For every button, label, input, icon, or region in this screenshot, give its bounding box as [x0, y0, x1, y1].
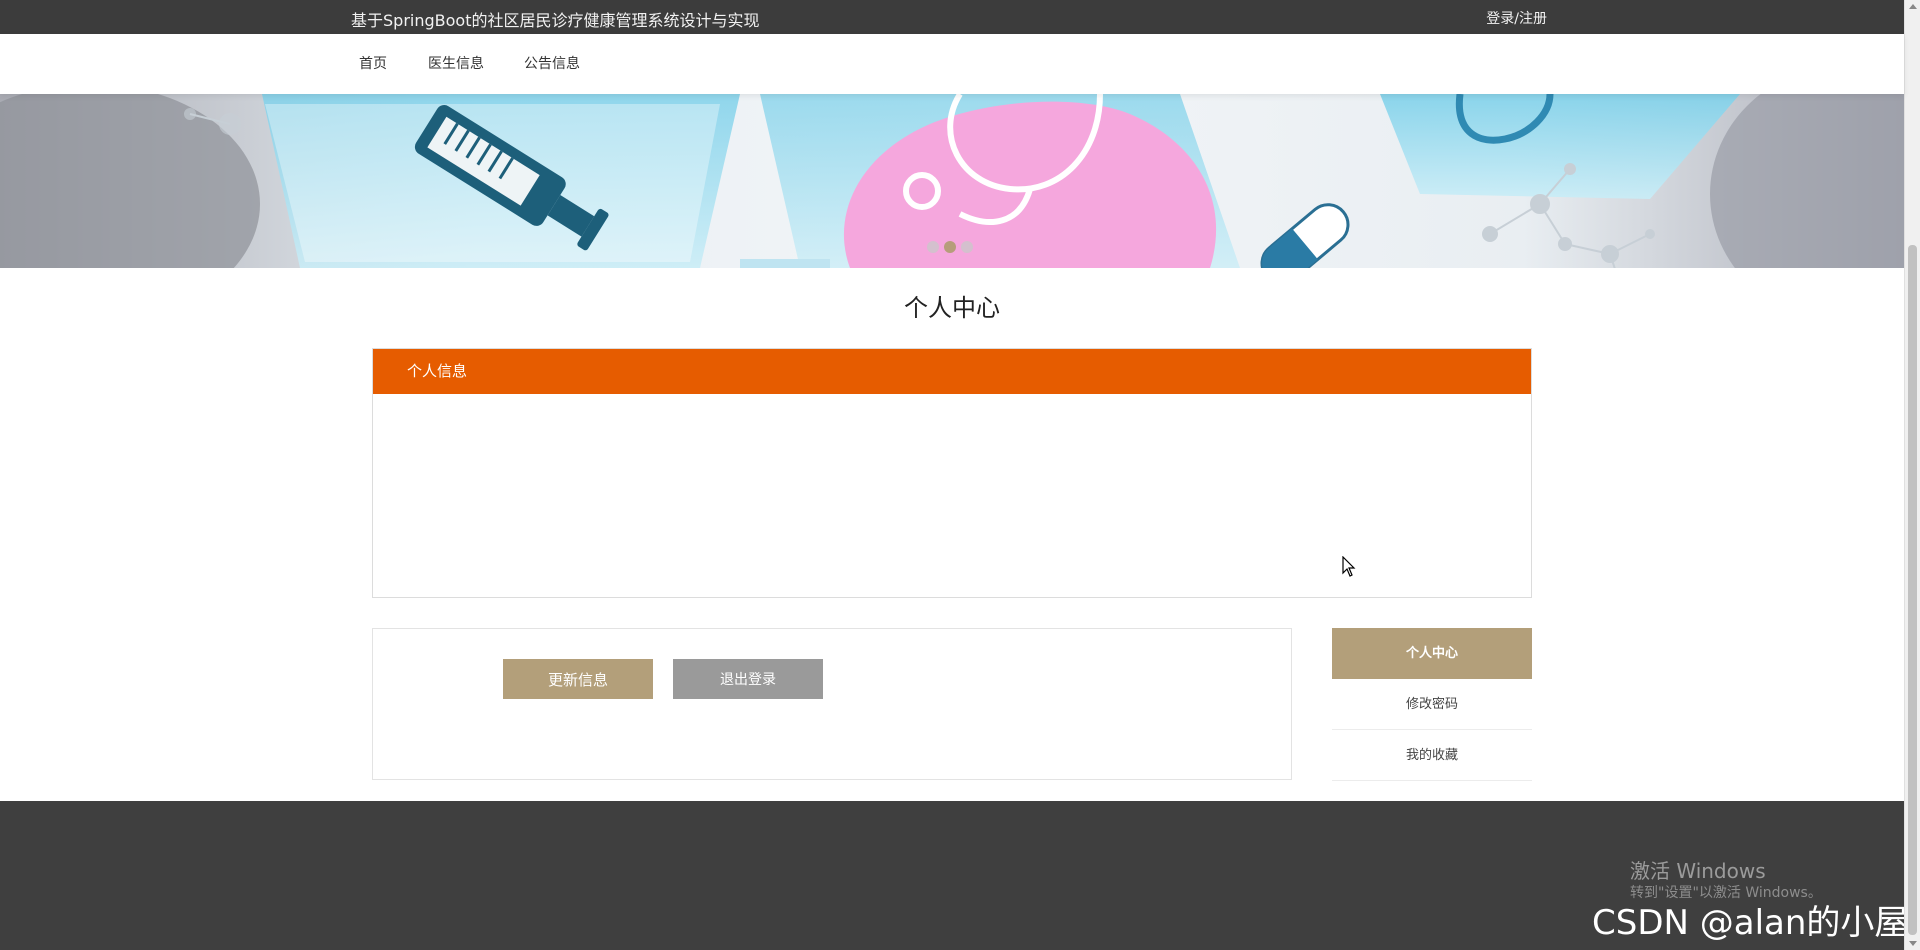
- nav-item-home[interactable]: 首页: [359, 53, 387, 73]
- logout-button[interactable]: 退出登录: [673, 659, 823, 699]
- carousel-dots: [927, 241, 973, 255]
- personal-info-panel: 个人信息: [372, 348, 1532, 598]
- scroll-down-icon[interactable]: [1909, 941, 1917, 946]
- main-nav: 首页 医生信息 公告信息: [0, 34, 1904, 94]
- site-title: 基于SpringBoot的社区居民诊疗健康管理系统设计与实现: [351, 11, 760, 30]
- windows-activation-title: 激活 Windows: [1630, 859, 1766, 883]
- nav-item-doctors[interactable]: 医生信息: [428, 53, 484, 73]
- side-item-personal-center[interactable]: 个人中心: [1332, 628, 1532, 679]
- personal-info-header: 个人信息: [373, 349, 1531, 394]
- update-info-button[interactable]: 更新信息: [503, 659, 653, 699]
- csdn-watermark: CSDN @alan的小屋: [1592, 903, 1909, 943]
- nav-item-announcements[interactable]: 公告信息: [524, 53, 580, 73]
- side-item-my-favorites[interactable]: 我的收藏: [1332, 730, 1532, 781]
- action-panel: 更新信息 退出登录: [372, 628, 1292, 780]
- mouse-cursor-icon: [1342, 556, 1356, 577]
- side-item-change-password[interactable]: 修改密码: [1332, 679, 1532, 730]
- scroll-up-icon[interactable]: [1909, 4, 1917, 9]
- top-bar: 基于SpringBoot的社区居民诊疗健康管理系统设计与实现 登录/注册: [0, 0, 1904, 34]
- scroll-thumb[interactable]: [1908, 245, 1917, 935]
- side-menu: 个人中心 修改密码 我的收藏: [1332, 628, 1532, 781]
- carousel-dot-3[interactable]: [961, 241, 973, 253]
- carousel-dot-2[interactable]: [944, 241, 956, 253]
- login-register-link[interactable]: 登录/注册: [1486, 8, 1547, 28]
- page-scrollbar[interactable]: [1904, 0, 1920, 950]
- page-title: 个人中心: [904, 294, 1000, 322]
- carousel-dot-1[interactable]: [927, 241, 939, 253]
